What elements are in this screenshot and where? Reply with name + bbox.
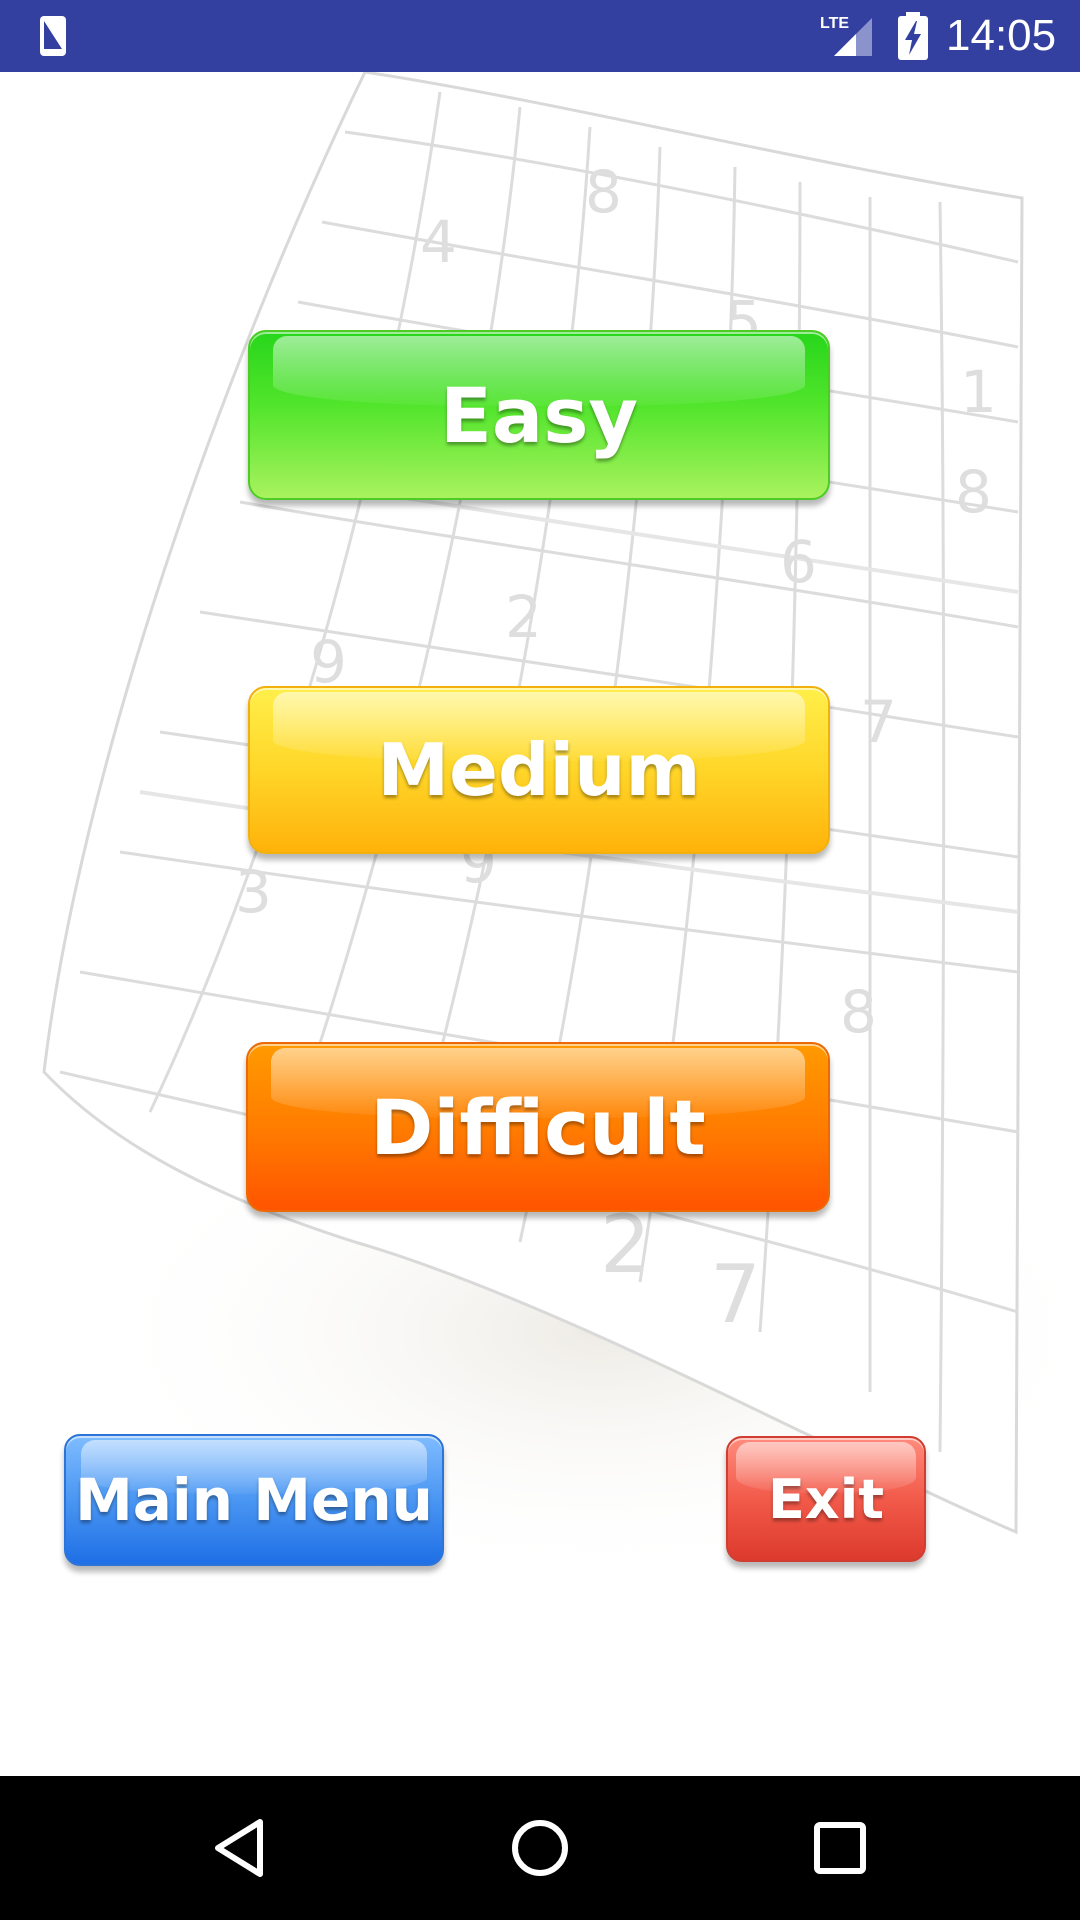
easy-button[interactable]: Easy [248,330,830,500]
status-time: 14:05 [946,11,1057,60]
difficult-button[interactable]: Difficult [246,1042,830,1212]
back-icon[interactable] [204,1812,276,1884]
medium-button-label: Medium [377,728,701,812]
status-bar: LTE 14:05 [0,0,1080,72]
lte-label: LTE [820,15,849,32]
svg-text:8: 8 [840,978,877,1046]
difficulty-screen: LTE 14:05 8 4 5 1 8 6 2 9 7 9 3 8 2 7 Ea… [0,0,1080,1920]
svg-text:4: 4 [420,208,457,276]
exit-button-label: Exit [767,1467,885,1531]
home-icon[interactable] [504,1812,576,1884]
easy-button-label: Easy [440,370,638,460]
svg-text:1: 1 [960,358,997,426]
notification-phone-icon [40,16,66,56]
svg-text:3: 3 [235,858,272,926]
exit-button[interactable]: Exit [726,1436,926,1562]
main-menu-button[interactable]: Main Menu [64,1434,444,1566]
svg-text:7: 7 [860,688,897,756]
main-menu-button-label: Main Menu [75,1466,433,1534]
svg-text:8: 8 [585,158,622,226]
svg-text:2: 2 [505,583,542,651]
difficult-button-label: Difficult [370,1082,706,1172]
medium-button[interactable]: Medium [248,686,830,854]
svg-text:7: 7 [710,1248,761,1341]
svg-text:8: 8 [955,458,992,526]
lte-signal-icon: LTE [820,15,872,56]
battery-charging-icon [898,12,928,60]
svg-text:6: 6 [780,528,817,596]
navigation-bar [0,1776,1080,1920]
recents-icon[interactable] [804,1812,876,1884]
